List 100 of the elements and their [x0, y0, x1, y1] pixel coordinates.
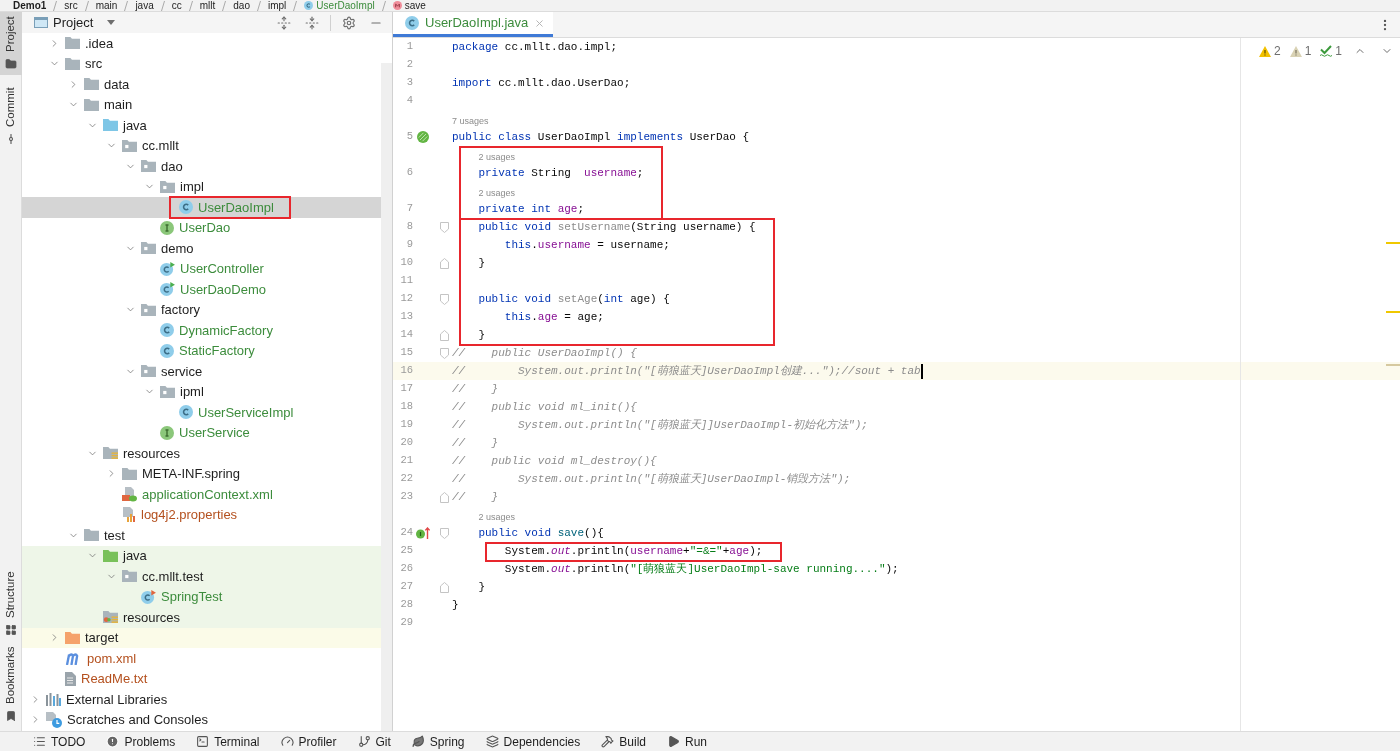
- line-number: 6: [405, 165, 413, 181]
- fold-marker-icon[interactable]: [440, 491, 449, 503]
- close-icon[interactable]: [534, 17, 546, 29]
- fold-marker-icon[interactable]: [440, 293, 449, 305]
- tree-item[interactable]: ReadMe.txt: [22, 668, 381, 689]
- tree-item[interactable]: demo: [22, 238, 381, 259]
- code-line: }: [477, 328, 485, 343]
- tree-item[interactable]: DynamicFactory: [22, 320, 381, 341]
- resources-folder-icon: [103, 447, 118, 460]
- line-number: 17: [399, 381, 413, 397]
- tree-item[interactable]: ipml: [22, 381, 381, 402]
- slash-separator-icon: [160, 0, 165, 11]
- tool-window-button[interactable]: Bookmarks: [0, 647, 22, 721]
- tool-window-button[interactable]: Project: [0, 12, 22, 75]
- tree-item[interactable]: data: [22, 74, 381, 95]
- tree-item[interactable]: cc.mllt.test: [22, 566, 381, 587]
- tree-item[interactable]: target: [22, 627, 381, 648]
- fold-marker-icon[interactable]: [440, 347, 449, 359]
- weak-warning-stripe-icon[interactable]: [1386, 364, 1400, 366]
- tree-item[interactable]: SpringTest: [22, 586, 381, 607]
- tool-window-button[interactable]: TODO: [33, 734, 86, 749]
- breadcrumb-item[interactable]: src: [64, 0, 78, 11]
- fold-marker-icon[interactable]: [440, 581, 449, 593]
- editor-tab[interactable]: UserDaoImpl.java: [393, 12, 554, 37]
- tree-item[interactable]: java: [22, 545, 381, 566]
- inspection-counter[interactable]: 2: [1258, 44, 1281, 58]
- runnable-class-icon: [160, 261, 175, 276]
- tree-item[interactable]: main: [22, 94, 381, 115]
- line-number: 13: [399, 309, 413, 325]
- breadcrumb-item[interactable]: cc: [171, 0, 182, 11]
- tree-item[interactable]: resources: [22, 607, 381, 628]
- breadcrumb-item[interactable]: dao: [233, 0, 250, 11]
- inspection-counter[interactable]: 1: [1320, 44, 1342, 58]
- tree-item[interactable]: .idea: [22, 33, 381, 54]
- fold-marker-icon[interactable]: [440, 329, 449, 341]
- tree-item[interactable]: Scratches and Consoles: [22, 709, 381, 730]
- usage-hint[interactable]: 7 usages: [452, 115, 489, 128]
- tree-item[interactable]: UserDao: [22, 217, 381, 238]
- tool-window-button[interactable]: Run: [666, 734, 707, 749]
- up-arrow-icon[interactable]: [416, 527, 430, 539]
- leaf-icon: [411, 735, 425, 748]
- scrollbar[interactable]: [381, 63, 392, 731]
- tree-item[interactable]: External Libraries: [22, 689, 381, 710]
- tree-item[interactable]: dao: [22, 156, 381, 177]
- usage-hint[interactable]: 2 usages: [478, 511, 515, 524]
- tool-window-button[interactable]: Spring: [411, 734, 465, 749]
- tree-item[interactable]: UserController: [22, 258, 381, 279]
- breadcrumb-item[interactable]: impl: [268, 0, 287, 11]
- breadcrumb-item[interactable]: UserDaoImpl: [304, 0, 375, 11]
- tree-item[interactable]: log4j2.properties: [22, 504, 381, 525]
- tree-item[interactable]: UserDaoDemo: [22, 279, 381, 300]
- tool-window-button[interactable]: Terminal: [196, 734, 260, 749]
- tree-item[interactable]: UserService: [22, 422, 381, 443]
- tree-item[interactable]: META-INF.spring: [22, 463, 381, 484]
- tree-item[interactable]: StaticFactory: [22, 340, 381, 361]
- code-line: // public UserDaoImpl() {: [452, 346, 637, 361]
- tree-item[interactable]: UserServiceImpl: [22, 402, 381, 423]
- tool-window-button[interactable]: Commit: [0, 85, 22, 147]
- breadcrumb-item[interactable]: mllt: [199, 0, 216, 11]
- tree-item[interactable]: src: [22, 53, 381, 74]
- breadcrumb-item[interactable]: Demo1: [13, 0, 47, 11]
- expand-all-icon[interactable]: [277, 15, 291, 30]
- line-number: 23: [399, 489, 413, 505]
- fold-marker-icon[interactable]: [440, 221, 449, 233]
- breadcrumb-item[interactable]: java: [135, 0, 154, 11]
- project-view-dropdown[interactable]: Project: [34, 12, 116, 33]
- warning-stripe-icon[interactable]: [1386, 242, 1400, 244]
- tool-window-button[interactable]: Dependencies: [485, 734, 581, 749]
- tool-window-button[interactable]: Profiler: [280, 734, 337, 749]
- collapse-all-icon[interactable]: [305, 15, 319, 30]
- code-line: public void setAge(int age) {: [477, 292, 670, 307]
- tree-item[interactable]: cc.mllt: [22, 135, 381, 156]
- tree-item[interactable]: java: [22, 115, 381, 136]
- xml-file-icon: [122, 486, 137, 502]
- tree-item[interactable]: impl: [22, 176, 381, 197]
- tree-item[interactable]: factory: [22, 299, 381, 320]
- tool-window-button[interactable]: Build: [601, 734, 646, 749]
- line-number: 9: [405, 237, 413, 253]
- fold-marker-icon[interactable]: [440, 257, 449, 269]
- breadcrumb-item[interactable]: main: [95, 0, 118, 11]
- warning-stripe-icon[interactable]: [1386, 311, 1400, 313]
- tree-item[interactable]: resources: [22, 443, 381, 464]
- breadcrumb-item[interactable]: save: [392, 0, 426, 11]
- line-number: 25: [399, 543, 413, 559]
- striped-circle-icon[interactable]: [417, 131, 429, 143]
- line-number: 4: [405, 93, 413, 109]
- settings-icon[interactable]: [342, 15, 356, 30]
- usage-hint[interactable]: 2 usages: [478, 187, 515, 200]
- fold-marker-icon[interactable]: [440, 527, 449, 539]
- tool-window-button[interactable]: Problems: [106, 734, 176, 749]
- inspection-counter[interactable]: 1: [1289, 44, 1312, 58]
- tree-item[interactable]: applicationContext.xml: [22, 484, 381, 505]
- line-number: 16: [399, 363, 413, 379]
- package-folder-icon: [160, 385, 175, 398]
- tree-item[interactable]: test: [22, 525, 381, 546]
- tool-window-button[interactable]: Git: [357, 734, 391, 749]
- tool-window-button[interactable]: Structure: [0, 571, 22, 637]
- usage-hint[interactable]: 2 usages: [478, 151, 515, 164]
- tree-item[interactable]: pom.xml: [22, 648, 381, 669]
- tree-item[interactable]: service: [22, 361, 381, 382]
